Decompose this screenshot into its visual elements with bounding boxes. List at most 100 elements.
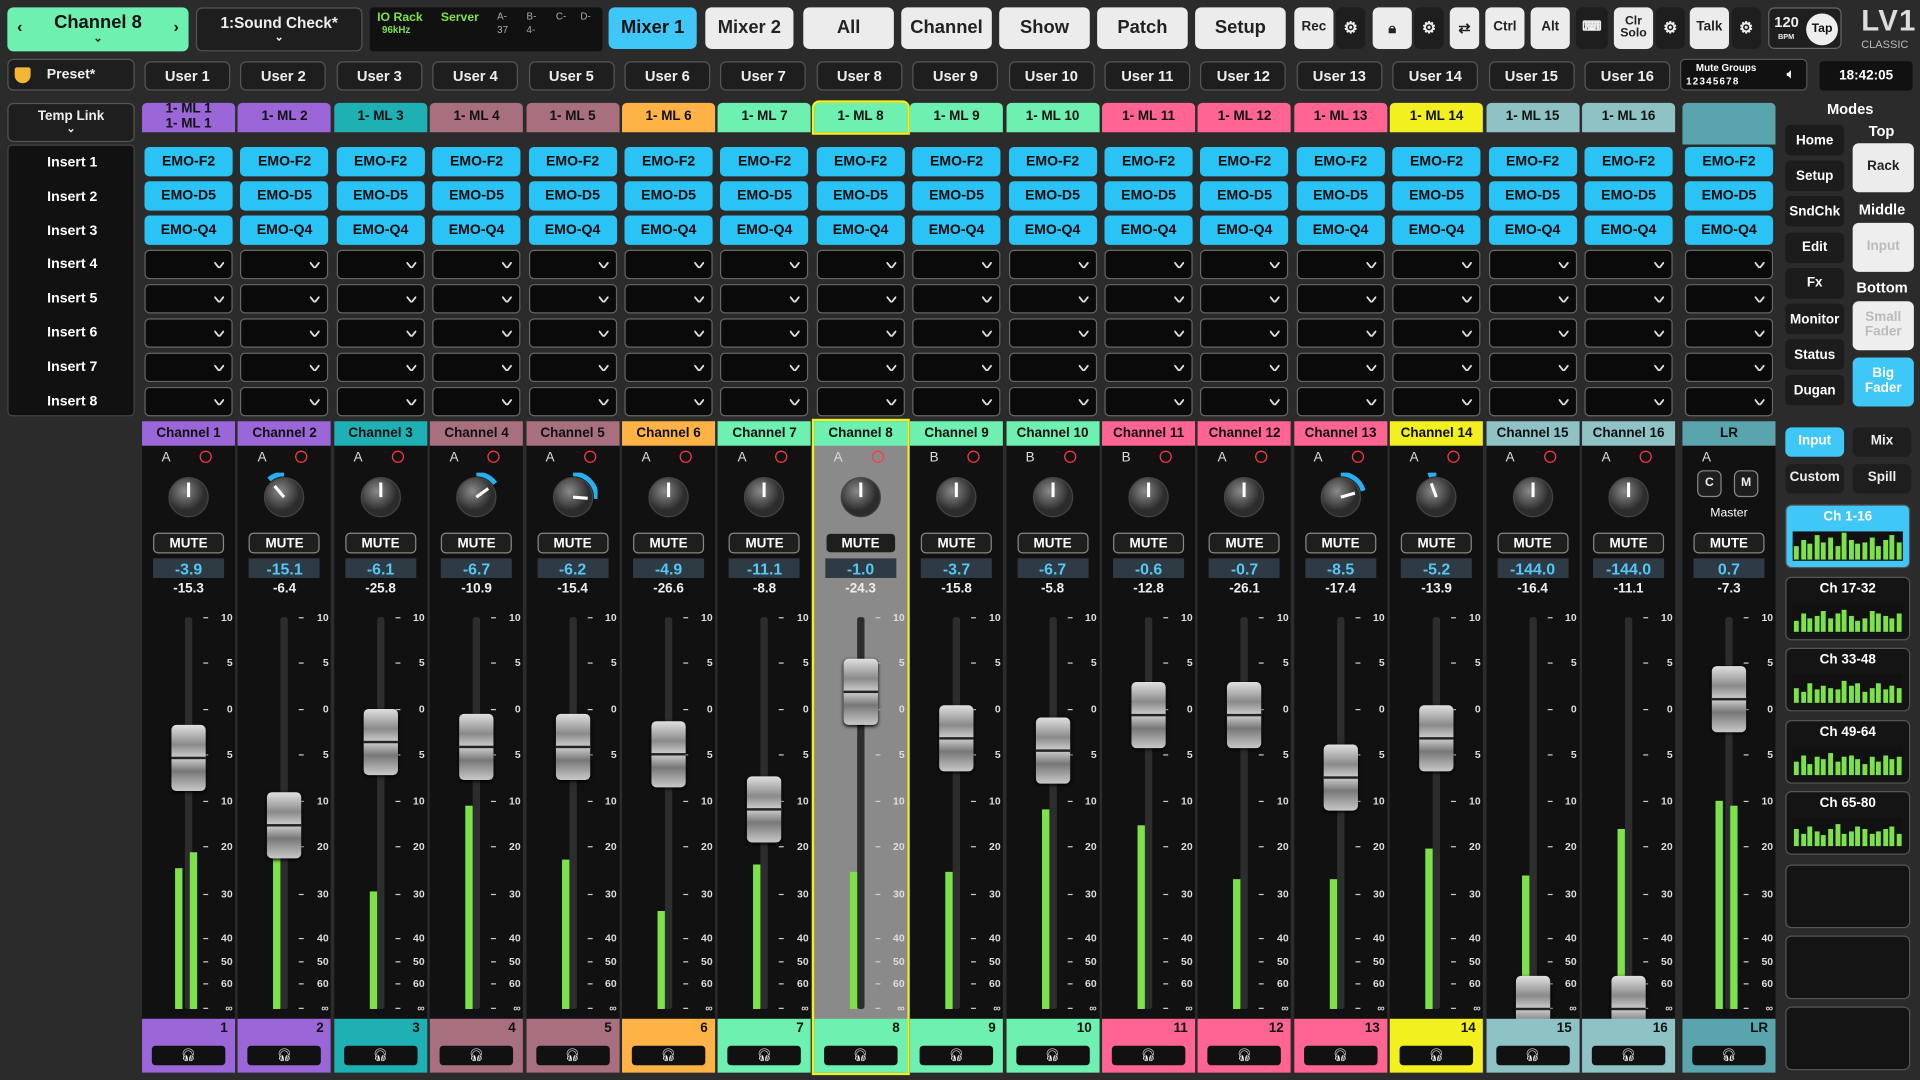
preset-selector[interactable]: Preset* [7,58,135,91]
headphone-cue-button[interactable]: 🎧︎ [535,1045,610,1066]
layer-input-button[interactable]: Input [1785,427,1845,457]
nav-setup[interactable]: Setup [1195,7,1286,49]
channel-selector[interactable]: ‹ Channel 8 ⌄ › [7,7,189,52]
empty-insert-slot[interactable] [1488,352,1577,383]
nav-channel[interactable]: Channel [901,7,992,49]
plugin-insert-slot[interactable]: EMO-D5 [1104,181,1193,211]
fader-cap[interactable] [555,713,590,780]
mode-button[interactable]: Fx [1785,267,1845,299]
talk-settings-gear-icon[interactable]: ⚙ [1731,7,1761,49]
empty-insert-slot[interactable] [816,318,905,348]
tap-button[interactable]: Tap [1806,13,1838,46]
solo-indicator-icon[interactable] [679,450,692,463]
empty-insert-slot[interactable] [1104,352,1193,383]
pan-knob[interactable] [356,473,405,522]
mode-button[interactable]: Monitor [1785,303,1845,335]
fader-cap[interactable] [843,658,878,725]
mute-button[interactable]: MUTE [1693,532,1765,554]
plugin-insert-slot[interactable]: EMO-F2 [528,146,617,177]
user-button[interactable]: User 8 [816,61,903,91]
talk-button[interactable]: Talk [1689,7,1729,49]
bank-tile[interactable]: Ch 33-48 [1785,647,1911,712]
empty-insert-slot[interactable] [144,386,233,417]
user-button[interactable]: User 13 [1296,61,1383,91]
middle-input-button[interactable]: Input [1852,222,1914,272]
mode-button[interactable]: Status [1785,339,1845,371]
plugin-insert-slot[interactable]: EMO-F2 [720,146,809,177]
plugin-insert-slot[interactable]: EMO-D5 [816,181,905,211]
empty-insert-slot[interactable] [624,318,713,348]
nav-mixer-1[interactable]: Mixer 1 [608,7,697,49]
bank-tile[interactable]: Ch 17-32 [1785,576,1911,640]
empty-insert-slot[interactable] [1584,284,1673,314]
user-button[interactable]: User 16 [1584,61,1671,91]
empty-insert-slot[interactable] [1684,352,1774,383]
plugin-insert-slot[interactable]: EMO-F2 [144,146,233,177]
headphone-cue-button[interactable]: 🎧︎ [247,1045,322,1066]
empty-insert-slot[interactable] [912,318,1001,348]
empty-insert-slot[interactable] [1104,318,1193,348]
user-button[interactable]: User 9 [912,61,999,91]
plugin-insert-slot[interactable]: EMO-D5 [528,181,617,211]
empty-insert-slot[interactable] [240,318,329,348]
keyboard-icon[interactable]: ⌨ [1575,7,1608,49]
show-selector[interactable]: 1:Sound Check* ⌄ [195,7,363,52]
plugin-insert-slot[interactable]: EMO-F2 [1104,146,1193,177]
fader-cap[interactable] [651,721,686,788]
empty-insert-slot[interactable] [1392,284,1481,314]
rec-button[interactable]: Rec [1294,7,1334,49]
plugin-insert-slot[interactable]: EMO-D5 [912,181,1001,211]
mono-button[interactable]: M [1733,470,1759,498]
mute-button[interactable]: MUTE [1017,532,1089,554]
plugin-insert-slot[interactable]: EMO-F2 [912,146,1001,177]
empty-insert-slot[interactable] [240,386,329,417]
pan-knob[interactable] [1316,471,1366,522]
headphone-cue-button[interactable]: 🎧︎ [1591,1045,1666,1066]
lock-settings-gear-icon[interactable]: ⚙ [1414,7,1444,49]
empty-insert-slot[interactable] [1008,386,1097,417]
solo-indicator-icon[interactable] [775,450,788,463]
fader-cap[interactable] [1131,682,1166,749]
plugin-insert-slot[interactable]: EMO-F2 [336,146,425,177]
empty-insert-slot[interactable] [1200,318,1289,348]
scribble-strip[interactable]: 1- ML 1 1- ML 1 [142,103,236,133]
plugin-insert-slot[interactable]: EMO-Q4 [336,215,425,245]
empty-insert-slot[interactable] [432,318,521,348]
fader-cap[interactable] [939,705,974,772]
plugin-insert-slot[interactable]: EMO-Q4 [1008,215,1097,245]
empty-insert-slot[interactable] [432,352,521,383]
empty-insert-slot[interactable] [1104,284,1193,314]
nav-patch[interactable]: Patch [1097,7,1188,49]
plugin-insert-slot[interactable]: EMO-D5 [1488,181,1577,211]
mode-button[interactable]: Dugan [1785,375,1845,406]
bank-tile[interactable]: Ch 1-16 [1785,504,1911,569]
plugin-insert-slot[interactable]: EMO-Q4 [144,215,233,245]
plugin-insert-slot[interactable]: EMO-Q4 [1104,215,1193,245]
tempo-panel[interactable]: 120 BPM Tap [1768,7,1842,49]
plugin-insert-slot[interactable]: EMO-D5 [336,181,425,211]
pan-knob[interactable] [260,471,309,522]
scribble-strip[interactable]: 1- ML 16 [1582,102,1676,133]
empty-insert-slot[interactable] [816,386,905,417]
empty-insert-slot[interactable] [1200,284,1289,314]
mute-button[interactable]: MUTE [1305,532,1377,554]
scribble-strip[interactable]: 1- ML 2 [238,102,332,133]
headphone-cue-button[interactable]: 🎧︎ [823,1045,898,1066]
mute-button[interactable]: MUTE [921,532,993,554]
fader-cap[interactable] [1711,666,1747,733]
plugin-insert-slot[interactable]: EMO-F2 [816,146,905,177]
empty-insert-slot[interactable] [144,284,233,314]
pan-knob[interactable] [548,471,599,522]
fader-cap[interactable] [1419,705,1454,772]
headphone-cue-button[interactable]: 🎧︎ [151,1045,226,1066]
plugin-insert-slot[interactable]: EMO-F2 [1684,146,1774,177]
empty-insert-slot[interactable] [528,284,617,314]
io-status-panel[interactable]: IO Rack 96kHz Server A- B- C- D- 37 4- [369,7,603,52]
top-rack-button[interactable]: Rack [1852,143,1914,193]
headphone-cue-button[interactable]: 🎧︎ [343,1045,418,1066]
mute-button[interactable]: MUTE [1113,532,1185,554]
solo-indicator-icon[interactable] [199,450,212,463]
scribble-strip[interactable]: 1- ML 4 [430,102,524,133]
empty-insert-slot[interactable] [1584,352,1673,383]
user-button[interactable]: User 10 [1008,61,1095,91]
